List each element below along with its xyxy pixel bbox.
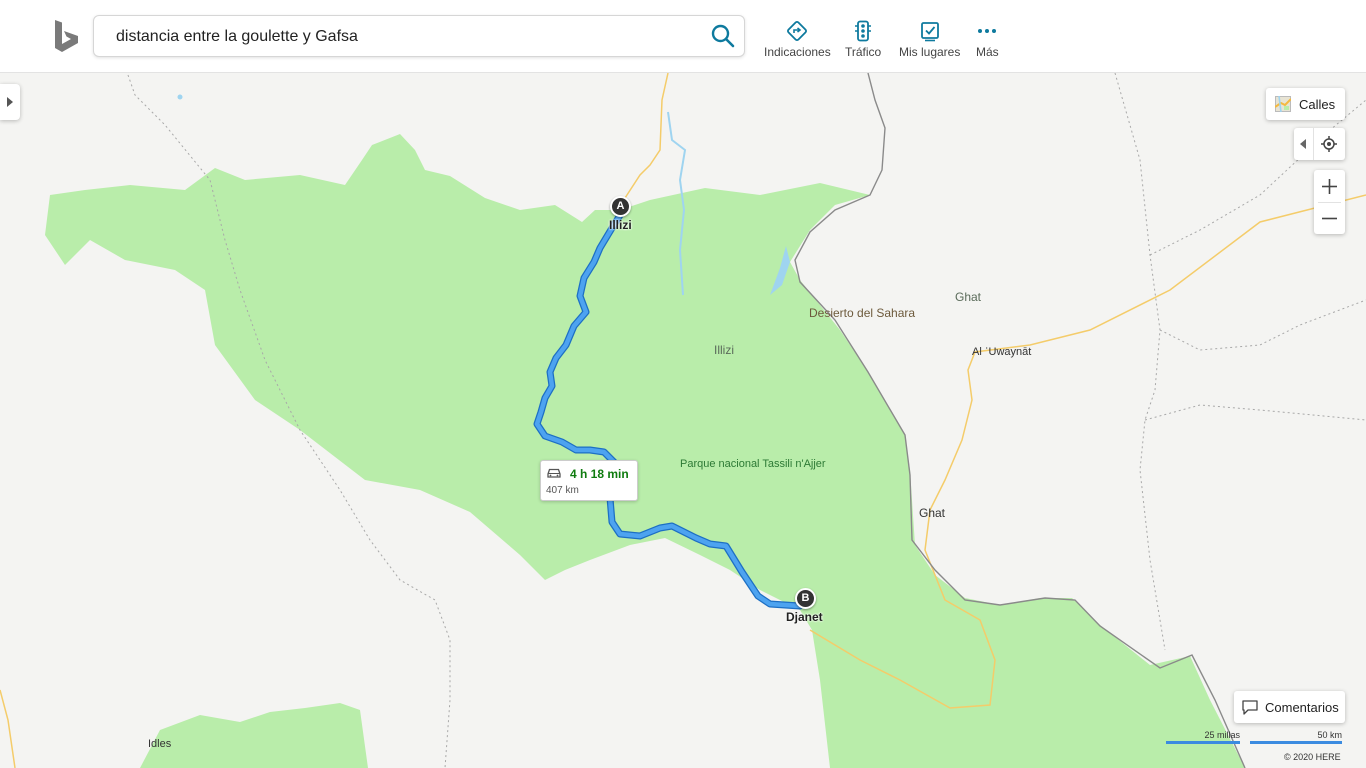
map-base-layer: [0, 73, 1366, 768]
zoom-out-button[interactable]: [1314, 202, 1345, 234]
directions-icon: [787, 21, 808, 41]
map-canvas[interactable]: [0, 73, 1366, 768]
scale-line-km: [1250, 741, 1342, 744]
minus-icon: [1322, 217, 1337, 220]
feedback-button[interactable]: Comentarios: [1234, 691, 1345, 723]
waypoint-b-label: Djanet: [786, 610, 823, 624]
scale-bar-miles: 25 millas: [1166, 730, 1242, 746]
directions-button[interactable]: Indicaciones: [764, 20, 831, 59]
scale-km-label: 50 km: [1317, 730, 1342, 740]
top-bar: Indicaciones Tráfico Mis lugares Más: [0, 0, 1366, 73]
waypoint-a-label: Illizi: [609, 218, 632, 232]
car-icon: [547, 468, 561, 478]
search-box: [93, 15, 745, 57]
zoom-control: [1314, 170, 1345, 234]
route-duration: 4 h 18 min: [570, 467, 629, 481]
park-label: Parque nacional Tassili n'Ajjer: [680, 458, 826, 470]
bing-logo-icon[interactable]: [52, 18, 82, 56]
feedback-label: Comentarios: [1265, 700, 1339, 715]
waypoint-b-marker[interactable]: B: [795, 588, 816, 609]
map-style-button[interactable]: Calles: [1266, 88, 1345, 120]
attribution: © 2020 HERE: [1284, 752, 1341, 762]
chevron-right-icon: [7, 97, 13, 107]
more-label: Más: [976, 45, 999, 59]
desert-label: Desierto del Sahara: [809, 306, 916, 320]
route-distance: 407 km: [546, 485, 579, 496]
route-summary-card[interactable]: 4 h 18 min 407 km: [540, 460, 638, 501]
traffic-label: Tráfico: [845, 45, 882, 59]
chevron-left-icon[interactable]: [1300, 139, 1307, 149]
waypoint-a-marker[interactable]: A: [610, 196, 631, 217]
my-places-icon: [920, 22, 939, 42]
map-style-label: Calles: [1299, 97, 1336, 112]
directions-label: Indicaciones: [764, 45, 831, 59]
locate-me-icon[interactable]: [1321, 136, 1337, 152]
side-panel-toggle[interactable]: [0, 84, 20, 120]
comment-icon: [1242, 700, 1258, 715]
city-label-idles: Idles: [148, 738, 172, 750]
divider: [1313, 128, 1314, 160]
city-label-ghat: Ghat: [919, 506, 946, 520]
scale-line-miles: [1166, 741, 1240, 744]
zoom-in-button[interactable]: [1314, 170, 1345, 202]
scale-bar-km: 50 km: [1250, 730, 1342, 746]
search-input[interactable]: [114, 24, 698, 50]
traffic-light-icon: [855, 20, 872, 42]
road-map-icon: [1275, 96, 1291, 112]
my-places-button[interactable]: Mis lugares: [899, 20, 960, 59]
region-label-illizi: Illizi: [714, 343, 734, 357]
more-button[interactable]: Más: [976, 20, 999, 59]
city-label-al-uwaynat: Al ʿUwaynāt: [972, 346, 1032, 358]
locate-control: [1294, 128, 1345, 160]
scale-miles-label: 25 millas: [1204, 730, 1240, 740]
search-icon[interactable]: [710, 23, 736, 49]
more-dots-icon: [978, 29, 997, 33]
traffic-button[interactable]: Tráfico: [845, 20, 881, 59]
region-label-ghat: Ghat: [955, 290, 982, 304]
plus-icon: [1322, 179, 1337, 194]
my-places-label: Mis lugares: [899, 45, 961, 59]
